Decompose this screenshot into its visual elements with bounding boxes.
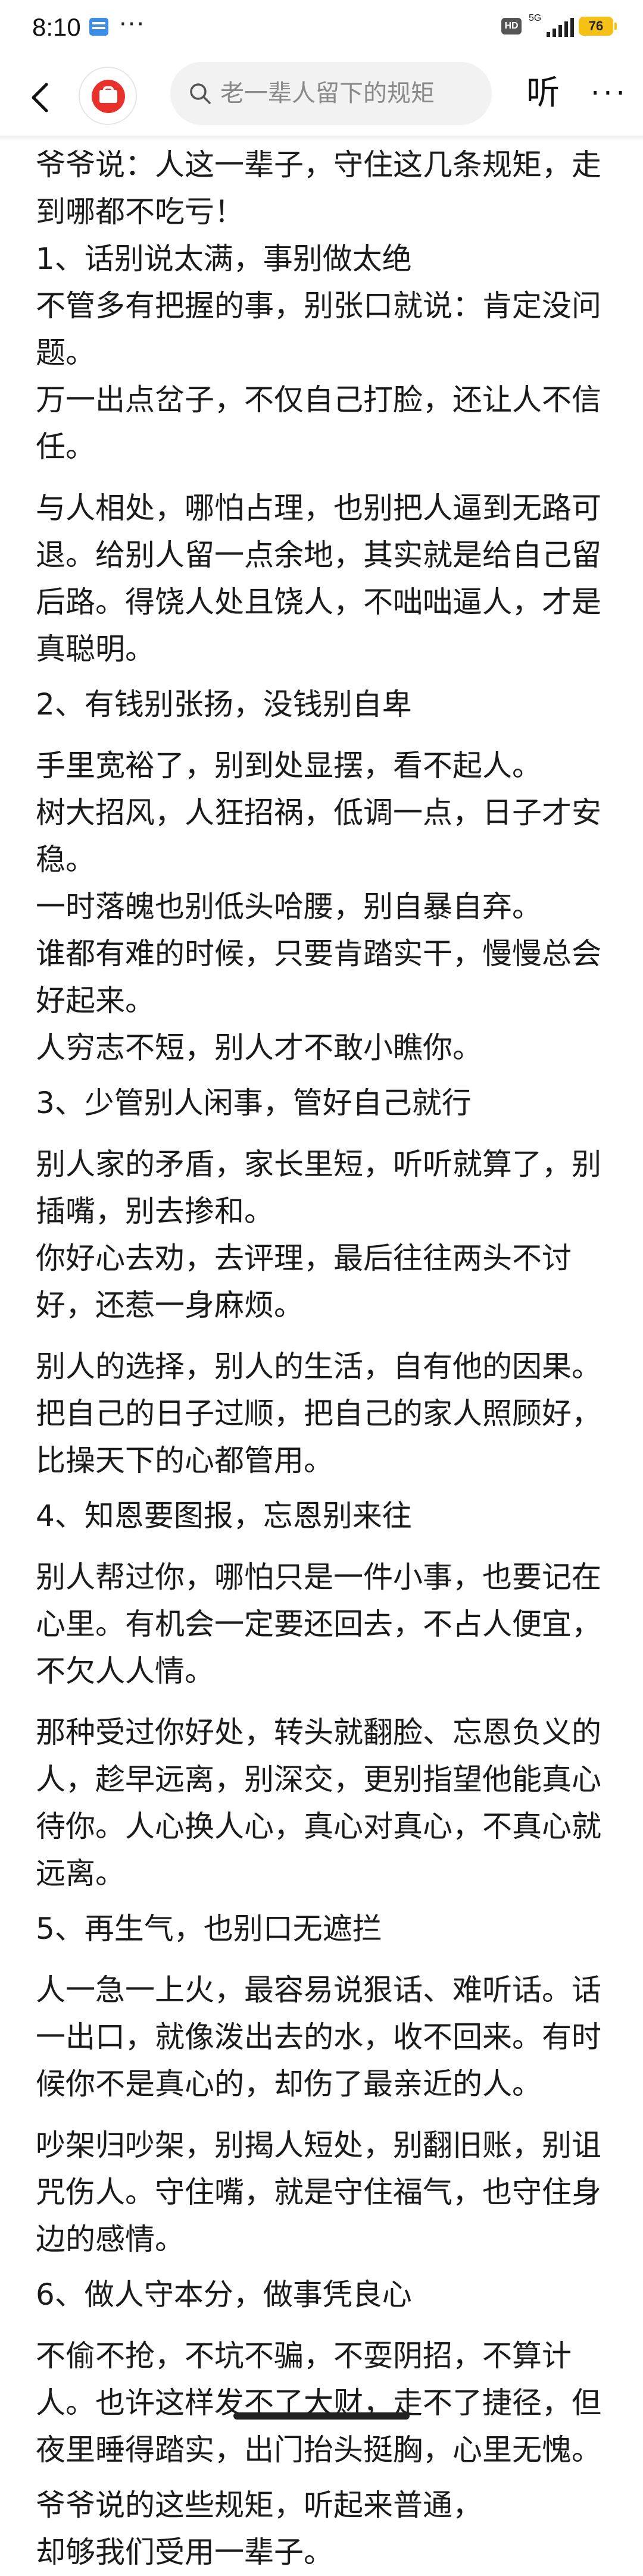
- article-body: 爷爷说：人这一辈子，守住这几条规矩，走到哪都不吃亏！ 1、话别说太满，事别做太绝…: [36, 142, 619, 2576]
- article-intro: 爷爷说：人这一辈子，守住这几条规矩，走到哪都不吃亏！: [36, 148, 601, 229]
- article-conclusion: 爷爷说的这些规矩，听起来普通，: [36, 2488, 482, 2522]
- home-indicator[interactable]: [233, 2412, 410, 2420]
- article-paragraph: 与人相处，哪怕占理，也别把人逼到无路可退。给别人留一点余地，其实就是给自己留后路…: [36, 491, 601, 666]
- article-paragraph: 树大招风，人狂招祸，低调一点，日子才安稳。: [36, 795, 601, 877]
- article-paragraph: 不偷不抢，不坑不骗，不耍阴招，不算计人。也许这样发不了大财，走不了捷径，但夜里睡…: [36, 2339, 601, 2467]
- article-paragraph: 那种受过你好处，转头就翻脸、忘恩负义的人，趁早远离，别深交，更别指望他能真心待你…: [36, 1715, 601, 1891]
- article-paragraph: 谁都有难的时候，只要肯踏实干，慢慢总会好起来。: [36, 936, 601, 1018]
- app-logo[interactable]: [79, 67, 137, 125]
- section-heading-2: 2、有钱别张扬，没钱别自卑: [36, 687, 412, 722]
- listen-button[interactable]: 听: [526, 67, 560, 120]
- network-type-label: 5G: [529, 13, 542, 23]
- search-input[interactable]: 老一辈人留下的规矩: [220, 79, 482, 108]
- battery-icon: 76: [579, 17, 617, 36]
- notification-app-icon: [89, 18, 108, 36]
- article-paragraph: 人一急一上火，最容易说狠话、难听话。话一出口，就像泼出去的水，收不回来。有时候你…: [36, 1973, 601, 2101]
- signal-strength-icon: [547, 17, 576, 37]
- search-bar[interactable]: 老一辈人留下的规矩: [170, 62, 492, 125]
- article-conclusion: 却够我们受用一辈子。: [36, 2535, 333, 2569]
- more-notifications-icon: ···: [119, 11, 146, 38]
- article-paragraph: 别人的选择，别人的生活，自有他的因果。把自己的日子过顺，把自己的家人照顾好，比操…: [36, 1349, 601, 1478]
- article-paragraph: 手里宽裕了，别到处显摆，看不起人。: [36, 748, 542, 783]
- status-time: 8:10: [32, 13, 81, 41]
- article-paragraph: 你好心去劝，去评理，最后往往两头不讨好，还惹一身麻烦。: [36, 1241, 572, 1323]
- status-bar: 8:10 ··· HD 5G 76: [0, 0, 643, 59]
- article-paragraph: 不管多有把握的事，别张口就说：肯定没问题。: [36, 289, 601, 370]
- section-heading-1: 1、话别说太满，事别做太绝: [36, 242, 412, 276]
- article-paragraph: 别人帮过你，哪怕只是一件小事，也要记在心里。有机会一定要还回去，不占人便宜，不欠…: [36, 1560, 601, 1688]
- more-options-button[interactable]: ···: [591, 67, 629, 120]
- article-paragraph: 吵架归吵架，别揭人短处，别翻旧账，别诅咒伤人。守住嘴，就是守住福气，也守住身边的…: [36, 2128, 601, 2257]
- article-paragraph: 别人家的矛盾，家长里短，听听就算了，别插嘴，别去掺和。: [36, 1147, 601, 1229]
- section-heading-6: 6、做人守本分，做事凭良心: [36, 2277, 412, 2312]
- hd-volte-icon: HD: [501, 18, 522, 35]
- section-heading-5: 5、再生气，也别口无遮拦: [36, 1911, 382, 1946]
- section-heading-3: 3、少管别人闲事，管好自己就行: [36, 1086, 472, 1120]
- section-heading-4: 4、知恩要图报，忘恩别来往: [36, 1499, 412, 1533]
- logo-icon: [92, 80, 125, 113]
- article-paragraph: 万一出点岔子，不仅自己打脸，还让人不信任。: [36, 383, 601, 464]
- back-arrow-icon[interactable]: [24, 80, 60, 115]
- article-paragraph: 一时落魄也别低头哈腰，别自暴自弃。: [36, 889, 542, 924]
- nav-divider: [0, 136, 643, 142]
- article-paragraph: 人穷志不短，别人才不敢小瞧你。: [36, 1030, 482, 1065]
- search-icon: [190, 83, 211, 104]
